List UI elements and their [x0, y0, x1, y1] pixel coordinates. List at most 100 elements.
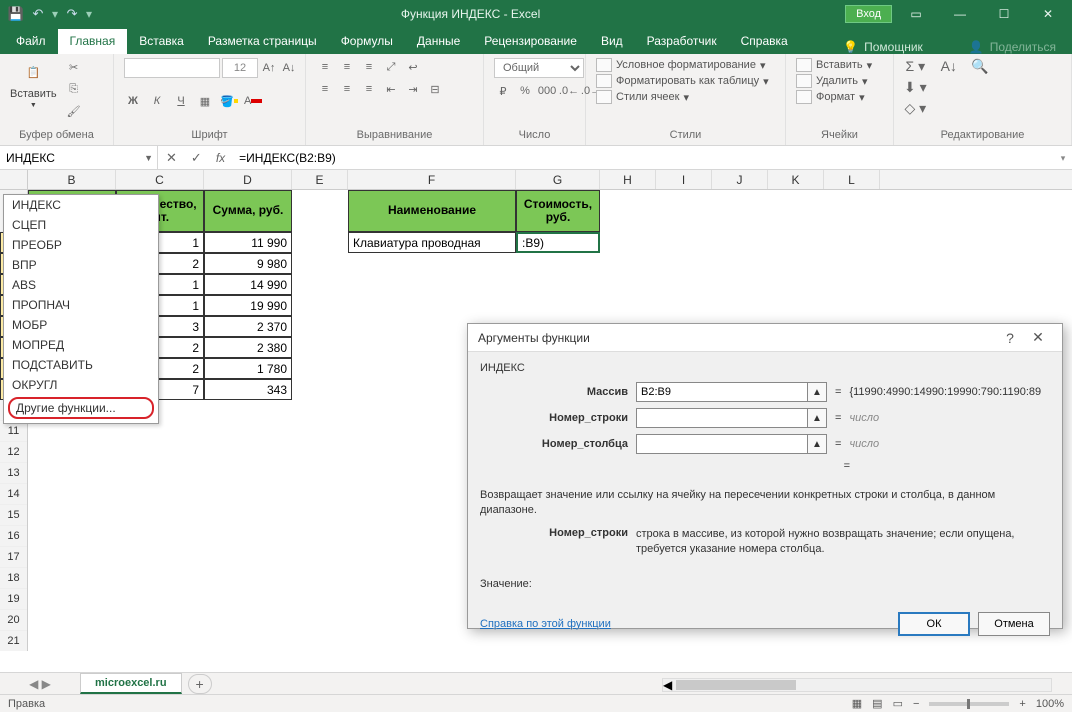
row-header[interactable]: 12 [0, 442, 27, 463]
find-icon[interactable]: 🔍 [971, 58, 988, 75]
fx-icon[interactable]: fx [216, 151, 225, 165]
function-list-item[interactable]: СЦЕП [4, 215, 158, 235]
row-header[interactable]: 17 [0, 547, 27, 568]
save-icon[interactable]: 💾 [8, 6, 24, 22]
sort-filter-icon[interactable]: A↓ [941, 58, 957, 74]
align-center-icon[interactable]: ≡ [338, 80, 356, 98]
column-header[interactable]: F [348, 170, 516, 189]
merge-icon[interactable]: ⊟ [426, 80, 444, 98]
row-header[interactable]: 13 [0, 463, 27, 484]
percent-icon[interactable]: % [516, 82, 534, 100]
cell[interactable]: 9 980 [204, 253, 292, 274]
align-bottom-icon[interactable]: ≡ [360, 58, 378, 76]
tab-help[interactable]: Справка [729, 29, 800, 54]
tab-developer[interactable]: Разработчик [635, 29, 729, 54]
align-left-icon[interactable]: ≡ [316, 80, 334, 98]
row-header[interactable]: 16 [0, 526, 27, 547]
column-header[interactable]: G [516, 170, 600, 189]
row-header[interactable]: 18 [0, 568, 27, 589]
cell[interactable]: Стоимость, руб. [516, 190, 600, 232]
arg-array-input[interactable] [636, 382, 808, 402]
number-format-select[interactable]: Общий [494, 58, 584, 78]
tab-view[interactable]: Вид [589, 29, 635, 54]
row-header[interactable]: 20 [0, 610, 27, 631]
format-cells-button[interactable]: Формат ▾ [796, 90, 872, 104]
arg-col-input[interactable] [636, 434, 808, 454]
increase-font-icon[interactable]: A↑ [260, 59, 278, 77]
font-color-icon[interactable]: A [244, 92, 262, 110]
orientation-icon[interactable]: ⤢ [382, 58, 400, 76]
function-list-item[interactable]: ПРОПНАЧ [4, 295, 158, 315]
active-cell[interactable]: :B9) [516, 232, 600, 253]
paste-button[interactable]: 📋 Вставить ▼ [10, 58, 57, 109]
row-header[interactable]: 14 [0, 484, 27, 505]
column-header[interactable]: E [292, 170, 348, 189]
indent-inc-icon[interactable]: ⇥ [404, 80, 422, 98]
other-functions-item[interactable]: Другие функции... [8, 397, 154, 419]
collapse-icon[interactable]: ▲ [807, 434, 827, 454]
function-list-item[interactable]: МОПРЕД [4, 335, 158, 355]
cell[interactable]: 14 990 [204, 274, 292, 295]
cell-styles-button[interactable]: Стили ячеек ▾ [596, 90, 769, 104]
dialog-close-icon[interactable]: ✕ [1024, 329, 1052, 346]
align-middle-icon[interactable]: ≡ [338, 58, 356, 76]
tab-layout[interactable]: Разметка страницы [196, 29, 329, 54]
tab-data[interactable]: Данные [405, 29, 472, 54]
cell[interactable]: 1 780 [204, 358, 292, 379]
function-list-item[interactable]: ИНДЕКС [4, 195, 158, 215]
formula-bar[interactable]: =ИНДЕКС(B2:B9) [233, 146, 1054, 169]
autosum-icon[interactable]: Σ ▾ [906, 58, 926, 75]
cell[interactable]: 2 380 [204, 337, 292, 358]
undo-icon[interactable]: ↶ [30, 6, 46, 22]
currency-icon[interactable]: ₽ [494, 82, 512, 100]
function-list-item[interactable]: МОБР [4, 315, 158, 335]
inc-decimal-icon[interactable]: .0← [560, 82, 578, 100]
tab-review[interactable]: Рецензирование [472, 29, 589, 54]
column-header[interactable]: H [600, 170, 656, 189]
cancel-button[interactable]: Отмена [978, 612, 1050, 636]
copy-icon[interactable]: ⎘ [65, 80, 83, 98]
column-header[interactable]: C [116, 170, 204, 189]
dialog-help-link[interactable]: Справка по этой функции [480, 618, 611, 630]
dialog-help-icon[interactable]: ? [996, 330, 1024, 346]
tab-insert[interactable]: Вставка [127, 29, 196, 54]
view-page-icon[interactable]: ▤ [872, 697, 882, 710]
decrease-font-icon[interactable]: A↓ [280, 59, 298, 77]
function-list-item[interactable]: ПОДСТАВИТЬ [4, 355, 158, 375]
tab-file[interactable]: Файл [4, 29, 58, 54]
align-top-icon[interactable]: ≡ [316, 58, 334, 76]
arg-row-input[interactable] [636, 408, 808, 428]
row-header[interactable]: 19 [0, 589, 27, 610]
italic-button[interactable]: К [148, 92, 166, 110]
collapse-icon[interactable]: ▲ [807, 382, 827, 402]
minimize-icon[interactable]: — [940, 0, 980, 28]
format-as-table-button[interactable]: Форматировать как таблицу ▾ [596, 74, 769, 88]
row-header[interactable]: 15 [0, 505, 27, 526]
maximize-icon[interactable]: ☐ [984, 0, 1024, 28]
wrap-text-icon[interactable]: ↩ [404, 58, 422, 76]
share-button[interactable]: Поделиться [990, 40, 1056, 54]
column-header[interactable]: L [824, 170, 880, 189]
dialog-titlebar[interactable]: Аргументы функции ? ✕ [468, 324, 1062, 352]
sheet-nav[interactable]: ◀ ▶ [0, 677, 80, 691]
cut-icon[interactable]: ✂ [65, 58, 83, 76]
sheet-tab[interactable]: microexcel.ru [80, 673, 182, 694]
cancel-formula-icon[interactable]: ✕ [166, 150, 177, 166]
cell[interactable]: 19 990 [204, 295, 292, 316]
redo-icon[interactable]: ↷ [64, 6, 80, 22]
row-header[interactable]: 21 [0, 631, 27, 651]
close-icon[interactable]: ✕ [1028, 0, 1068, 28]
border-icon[interactable]: ▦ [196, 92, 214, 110]
cell[interactable]: Сумма, руб. [204, 190, 292, 232]
row-header[interactable]: 11 [0, 421, 27, 442]
zoom-level[interactable]: 100% [1036, 698, 1064, 710]
zoom-in-icon[interactable]: + [1019, 698, 1025, 710]
tab-formulas[interactable]: Формулы [329, 29, 405, 54]
ribbon-display-icon[interactable]: ▭ [896, 0, 936, 28]
new-sheet-button[interactable]: + [188, 674, 212, 694]
format-painter-icon[interactable]: 🖌 [65, 102, 83, 120]
font-size-input[interactable] [222, 58, 258, 78]
align-right-icon[interactable]: ≡ [360, 80, 378, 98]
view-normal-icon[interactable]: ▦ [852, 697, 862, 710]
tell-me[interactable]: Помощник [864, 40, 923, 54]
